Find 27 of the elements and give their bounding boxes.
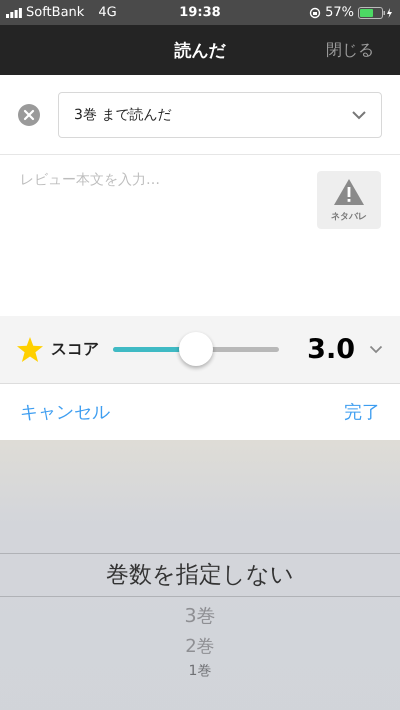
close-button[interactable]: 閉じる bbox=[326, 40, 374, 60]
network-type: 4G bbox=[98, 5, 117, 20]
score-label: スコア bbox=[51, 339, 99, 360]
done-button[interactable]: 完了 bbox=[344, 400, 380, 424]
picker-item[interactable]: 2巻 bbox=[185, 631, 215, 663]
picker-item[interactable]: 1巻 bbox=[188, 663, 212, 680]
review-field[interactable]: レビュー本文を入力… bbox=[20, 171, 307, 231]
picker-item[interactable]: 3巻 bbox=[184, 601, 216, 631]
chevron-down-icon bbox=[351, 110, 367, 120]
cancel-button[interactable]: キャンセル bbox=[20, 400, 110, 424]
picker-item[interactable]: 巻数を指定しない bbox=[0, 553, 400, 597]
spoiler-button[interactable]: ネタバレ bbox=[317, 171, 381, 229]
volume-dropdown[interactable]: 3巻 まで読んだ bbox=[58, 92, 382, 138]
chevron-down-icon[interactable] bbox=[369, 345, 383, 354]
rotation-lock-icon bbox=[309, 6, 322, 18]
volume-picker[interactable]: 巻数を指定しない 3巻 2巻 1巻 bbox=[0, 440, 400, 710]
carrier-name: SoftBank bbox=[26, 5, 84, 20]
star-icon bbox=[17, 337, 43, 362]
score-value: 3.0 bbox=[307, 334, 355, 365]
screen-title: 読んだ bbox=[174, 40, 226, 62]
signal-icon bbox=[6, 8, 22, 18]
warning-icon bbox=[333, 178, 365, 206]
battery-percent: 57% bbox=[325, 5, 354, 20]
clock-time: 19:38 bbox=[179, 5, 221, 20]
battery-charging-icon bbox=[358, 6, 394, 18]
slider-thumb[interactable] bbox=[179, 332, 213, 366]
clear-icon[interactable] bbox=[18, 104, 40, 126]
